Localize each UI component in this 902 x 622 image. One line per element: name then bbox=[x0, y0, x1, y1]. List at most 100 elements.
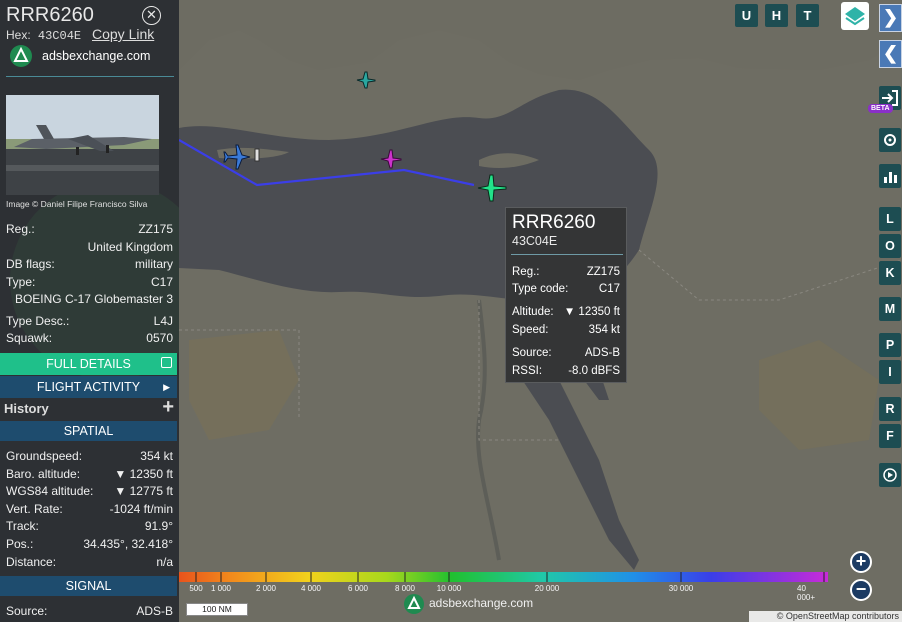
altitude-legend-labels: 500 1 000 2 000 4 000 6 000 8 000 10 000 20 000… bbox=[179, 584, 839, 602]
map-view[interactable]: U H T ❯ ❮ BETA L O K M P I R F + − RRR62… bbox=[179, 0, 902, 622]
adsbexchange-logo-icon[interactable] bbox=[10, 45, 32, 67]
chevron-left-icon[interactable]: ❮ bbox=[879, 40, 902, 68]
button-l[interactable]: L bbox=[879, 207, 901, 231]
tooltip-speed-value: 354 kt bbox=[588, 324, 620, 336]
altitude-legend-ticks bbox=[195, 572, 825, 582]
distance-label: Distance: bbox=[6, 555, 57, 569]
altitude-legend-label: 6 000 bbox=[347, 584, 369, 593]
altitude-legend-label: 2 000 bbox=[255, 584, 277, 593]
source-label: Source: bbox=[6, 604, 48, 618]
altitude-legend-label: 10 000 bbox=[436, 584, 462, 593]
copy-link[interactable]: Copy Link bbox=[92, 26, 154, 42]
track-label: Track: bbox=[6, 519, 39, 533]
photo-credit: Image © Daniel Filipe Francisco Silva bbox=[6, 199, 148, 209]
adsbexchange-link[interactable]: adsbexchange.com bbox=[42, 49, 150, 63]
tooltip-callsign: RRR6260 bbox=[512, 212, 596, 233]
aircraft-callsign: RRR6260 bbox=[6, 4, 94, 26]
history-row[interactable]: History + bbox=[0, 396, 177, 419]
button-i[interactable]: I bbox=[879, 360, 901, 384]
aircraft-icon[interactable] bbox=[379, 148, 403, 170]
tooltip-rssi-label: RSSI: bbox=[512, 365, 543, 377]
zoom-out-button[interactable]: − bbox=[850, 579, 872, 601]
aircraft-icon[interactable] bbox=[355, 70, 377, 90]
hex-value: 43C04E bbox=[37, 29, 82, 43]
vert-rate-value: -1024 ft/min bbox=[109, 502, 173, 516]
button-u[interactable]: U bbox=[735, 4, 758, 27]
button-t[interactable]: T bbox=[796, 4, 819, 27]
zoom-in-button[interactable]: + bbox=[850, 551, 872, 573]
signal-header[interactable]: SIGNAL bbox=[0, 576, 177, 596]
tooltip-reg-value: ZZ175 bbox=[586, 266, 620, 278]
tooltip-hex: 43C04E bbox=[512, 234, 558, 248]
button-k[interactable]: K bbox=[879, 261, 901, 285]
groundspeed-label: Groundspeed: bbox=[6, 449, 83, 463]
aircraft-icon[interactable] bbox=[223, 142, 251, 172]
stats-chart-icon[interactable] bbox=[879, 164, 901, 188]
tooltip-altitude-value: ▼ 12350 ft bbox=[563, 306, 620, 318]
altitude-legend-label: 500 bbox=[189, 584, 203, 593]
dbflags-value: military bbox=[135, 257, 173, 271]
close-icon[interactable]: ✕ bbox=[142, 6, 161, 25]
button-m[interactable]: M bbox=[879, 297, 901, 321]
button-r[interactable]: R bbox=[879, 397, 901, 421]
info-sidebar: RRR6260 ✕ Hex: 43C04E Copy Link adsbexch… bbox=[0, 0, 179, 622]
altitude-legend-label: 8 000 bbox=[394, 584, 416, 593]
external-link-icon bbox=[161, 357, 172, 368]
button-f[interactable]: F bbox=[879, 424, 901, 448]
source-value: ADS-B bbox=[136, 604, 173, 618]
aircraft-icon[interactable] bbox=[252, 148, 262, 162]
tooltip-speed-label: Speed: bbox=[512, 324, 549, 336]
track-value: 91.9° bbox=[144, 519, 173, 533]
full-details-button[interactable]: FULL DETAILS bbox=[0, 353, 177, 375]
aircraft-photo[interactable] bbox=[6, 95, 159, 195]
dbflags-label: DB flags: bbox=[6, 257, 55, 271]
button-p[interactable]: P bbox=[879, 333, 901, 357]
layers-icon[interactable] bbox=[841, 2, 869, 30]
beta-badge: BETA bbox=[868, 104, 893, 113]
aircraft-tooltip: RRR6260 43C04E Reg.: ZZ175 Type code: C1… bbox=[505, 207, 627, 383]
altitude-legend-label: 20 000 bbox=[534, 584, 560, 593]
position-value: 34.435°, 32.418° bbox=[83, 537, 173, 551]
spatial-header[interactable]: SPATIAL bbox=[0, 421, 177, 441]
flight-activity-button[interactable]: FLIGHT ACTIVITY ▶ bbox=[0, 376, 177, 398]
type-value: C17 bbox=[150, 275, 173, 289]
tooltip-altitude-label: Altitude: bbox=[512, 306, 554, 318]
wgs84-altitude-label: WGS84 altitude: bbox=[6, 484, 94, 498]
button-o[interactable]: O bbox=[879, 234, 901, 258]
tooltip-typecode-value: C17 bbox=[598, 283, 620, 295]
tooltip-reg-label: Reg.: bbox=[512, 266, 540, 278]
reg-value: ZZ175 bbox=[138, 222, 173, 236]
tooltip-rssi-value: -8.0 dBFS bbox=[568, 365, 620, 377]
model-value: BOEING C-17 Globemaster 3 bbox=[14, 292, 173, 306]
position-label: Pos.: bbox=[6, 537, 34, 551]
squawk-value: 0570 bbox=[146, 331, 173, 345]
chevron-right-icon[interactable]: ❯ bbox=[879, 4, 902, 32]
baro-altitude-value: ▼ 12350 ft bbox=[114, 467, 173, 481]
adsbexchange-footer-logo-icon bbox=[404, 594, 424, 614]
history-label: History bbox=[4, 401, 49, 416]
hex-label: Hex: bbox=[6, 28, 31, 42]
footer-site-text: adsbexchange.com bbox=[429, 596, 534, 610]
map-scale: 100 NM bbox=[186, 603, 248, 616]
baro-altitude-label: Baro. altitude: bbox=[6, 467, 81, 481]
plus-icon[interactable]: + bbox=[162, 396, 174, 419]
altitude-legend-label: 40 000+ bbox=[797, 584, 816, 602]
tooltip-source-label: Source: bbox=[512, 347, 552, 359]
wgs84-altitude-value: ▼ 12775 ft bbox=[114, 484, 173, 498]
selected-aircraft-icon[interactable] bbox=[475, 171, 509, 205]
hex-row: Hex: 43C04E bbox=[6, 28, 81, 43]
button-h[interactable]: H bbox=[765, 4, 788, 27]
tooltip-typecode-label: Type code: bbox=[512, 283, 569, 295]
divider bbox=[6, 76, 174, 77]
vert-rate-label: Vert. Rate: bbox=[6, 502, 63, 516]
type-label: Type: bbox=[6, 275, 36, 289]
groundspeed-value: 354 kt bbox=[140, 449, 173, 463]
osm-attribution[interactable]: © OpenStreetMap contributors bbox=[749, 611, 902, 622]
full-details-label: FULL DETAILS bbox=[46, 357, 131, 371]
replay-icon[interactable] bbox=[879, 463, 901, 487]
typedesc-label: Type Desc.: bbox=[6, 314, 70, 328]
country-value: United Kingdom bbox=[87, 240, 173, 254]
settings-gear-icon[interactable] bbox=[879, 128, 901, 152]
reg-label: Reg.: bbox=[6, 222, 35, 236]
typedesc-value: L4J bbox=[153, 314, 173, 328]
